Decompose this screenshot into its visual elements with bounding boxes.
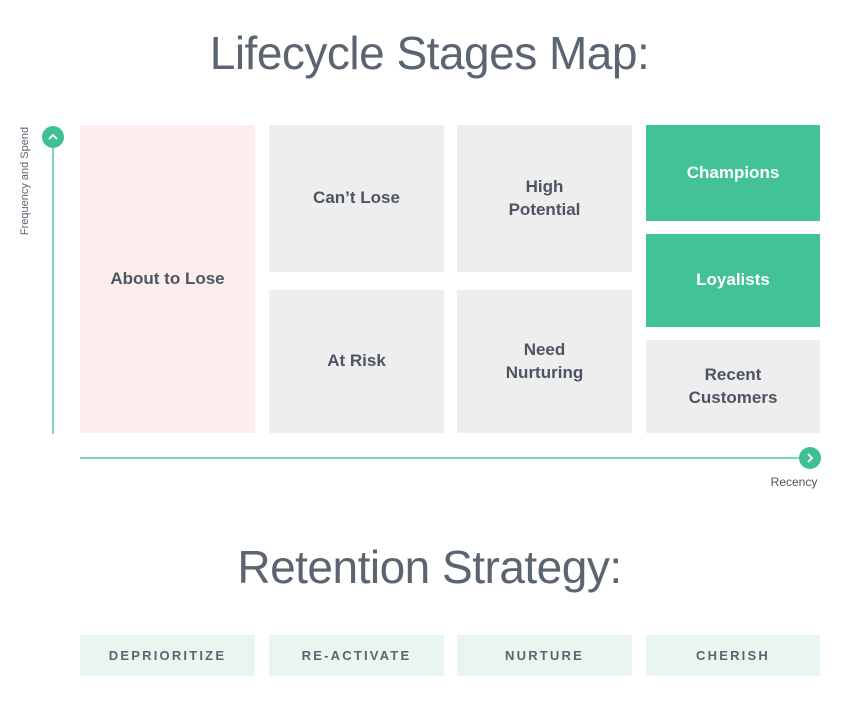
matrix-cell-recent-customers[interactable]: Recent Customers <box>646 340 820 433</box>
strategy-chip-nurture[interactable]: NURTURE <box>457 635 632 676</box>
chevron-up-icon <box>42 126 64 148</box>
strategy-chip-label: DEPRIORITIZE <box>108 648 227 663</box>
x-axis-label: Recency <box>770 475 818 489</box>
matrix-cell-cant-lose[interactable]: Can’t Lose <box>269 125 444 272</box>
strategy-chip-label: RE-ACTIVATE <box>301 648 412 663</box>
matrix-cell-about-to-lose[interactable]: About to Lose <box>80 125 255 433</box>
x-axis-line <box>80 457 811 459</box>
matrix-cell-label: About to Lose <box>110 268 225 288</box>
matrix-cell-label: High Potential <box>508 177 581 219</box>
strategy-chip-cherish[interactable]: CHERISH <box>646 635 820 676</box>
matrix-cell-label: Loyalists <box>696 270 770 290</box>
strategy-chip-label: NURTURE <box>505 648 584 663</box>
strategy-chip-deprioritize[interactable]: DEPRIORITIZE <box>80 635 255 676</box>
matrix-cell-champions[interactable]: Champions <box>646 125 820 221</box>
matrix-cell-label: Champions <box>686 162 780 182</box>
matrix-cell-label: Recent Customers <box>688 365 778 407</box>
lifecycle-matrix: Frequency and Spend Recency About to Los… <box>0 0 859 500</box>
matrix-cell-label: At Risk <box>327 351 386 371</box>
matrix-cell-loyalists[interactable]: Loyalists <box>646 234 820 327</box>
matrix-cell-at-risk[interactable]: At Risk <box>269 290 444 433</box>
matrix-cell-high-potential[interactable]: High Potential <box>457 125 632 272</box>
strategy-chip-re-activate[interactable]: RE-ACTIVATE <box>269 635 444 676</box>
y-axis-label: Frequency and Spend <box>19 126 31 236</box>
page-title-retention-strategy: Retention Strategy: <box>237 541 622 593</box>
matrix-cell-need-nurturing[interactable]: Need Nurturing <box>457 290 632 433</box>
matrix-cell-label: Can’t Lose <box>313 188 400 208</box>
matrix-cell-label: Need Nurturing <box>505 340 584 382</box>
y-axis-line <box>52 137 54 434</box>
chevron-right-icon <box>799 447 821 469</box>
strategy-chip-label: CHERISH <box>696 648 770 663</box>
